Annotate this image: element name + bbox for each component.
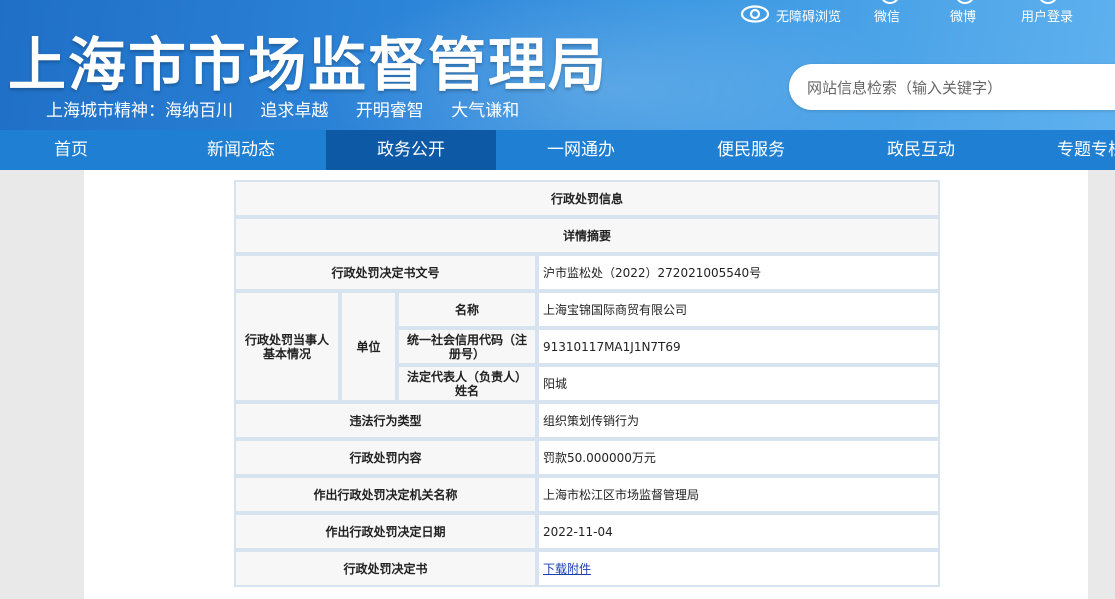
search-box xyxy=(789,64,1115,112)
penalty-content-label: 行政处罚内容 xyxy=(234,439,537,476)
unit-label: 单位 xyxy=(340,291,397,402)
violation-type-label: 违法行为类型 xyxy=(234,402,537,439)
login-link[interactable]: 用户登录 xyxy=(1021,6,1073,25)
party-label: 行政处罚当事人基本情况 xyxy=(234,291,340,402)
decision-no-label: 行政处罚决定书文号 xyxy=(234,254,537,291)
top-links: 无障碍浏览 微信 微博 用户登录 xyxy=(0,0,1115,30)
document-cell: 下载附件 xyxy=(537,550,940,587)
nav-item-services[interactable]: 便民服务 xyxy=(666,130,836,170)
nav-item-interaction[interactable]: 政民互动 xyxy=(836,130,1006,170)
name-value: 上海宝锦国际商贸有限公司 xyxy=(537,291,940,328)
table-subtitle: 详情摘要 xyxy=(234,217,940,254)
nav-item-topics[interactable]: 专题专栏 xyxy=(1006,130,1115,170)
spirit-line-1: 上海城市精神：海纳百川 xyxy=(46,101,233,121)
city-spirit: 上海城市精神：海纳百川 追求卓越 开明睿智 大气谦和 xyxy=(46,96,541,121)
nav-item-one-stop[interactable]: 一网通办 xyxy=(496,130,666,170)
eye-icon[interactable] xyxy=(740,4,770,24)
nav-item-home[interactable]: 首页 xyxy=(0,130,156,170)
search-input[interactable] xyxy=(805,64,1109,112)
table-row: 行政处罚决定书 下载附件 xyxy=(234,550,940,587)
date-label: 作出行政处罚决定日期 xyxy=(234,513,537,550)
nav-item-news[interactable]: 新闻动态 xyxy=(156,130,326,170)
content-panel: 行政处罚信息 详情摘要 行政处罚决定书文号 沪市监松处（2022）2720210… xyxy=(84,170,1088,599)
main-nav: 首页 新闻动态 政务公开 一网通办 便民服务 政民互动 专题专栏 xyxy=(0,130,1115,170)
credit-code-label: 统一社会信用代码（注册号） xyxy=(397,328,537,365)
table-row: 作出行政处罚决定机关名称 上海市松江区市场监督管理局 xyxy=(234,476,940,513)
site-title[interactable]: 上海市市场监督管理局 xyxy=(8,18,608,102)
nav-item-government-affairs[interactable]: 政务公开 xyxy=(326,130,496,170)
violation-type-value: 组织策划传销行为 xyxy=(537,402,940,439)
spirit-line-3: 开明睿智 xyxy=(355,101,424,121)
penalty-info-table: 行政处罚信息 详情摘要 行政处罚决定书文号 沪市监松处（2022）2720210… xyxy=(234,180,940,587)
user-icon[interactable] xyxy=(1038,0,1058,4)
table-row: 行政处罚内容 罚款50.000000万元 xyxy=(234,439,940,476)
weibo-link[interactable]: 微博 xyxy=(950,6,976,25)
table-row: 作出行政处罚决定日期 2022-11-04 xyxy=(234,513,940,550)
authority-label: 作出行政处罚决定机关名称 xyxy=(234,476,537,513)
authority-value: 上海市松江区市场监督管理局 xyxy=(537,476,940,513)
download-attachment-link[interactable]: 下载附件 xyxy=(543,562,591,576)
spirit-line-4: 大气谦和 xyxy=(451,101,520,121)
document-label: 行政处罚决定书 xyxy=(234,550,537,587)
penalty-content-value: 罚款50.000000万元 xyxy=(537,439,940,476)
table-row: 违法行为类型 组织策划传销行为 xyxy=(234,402,940,439)
site-header: 上海市市场监督管理局 上海城市精神：海纳百川 追求卓越 开明睿智 大气谦和 无障… xyxy=(0,0,1115,130)
accessibility-link[interactable]: 无障碍浏览 xyxy=(776,6,841,25)
wechat-link[interactable]: 微信 xyxy=(874,6,900,25)
spirit-line-2: 追求卓越 xyxy=(260,101,329,121)
table-row: 行政处罚当事人基本情况 单位 名称 上海宝锦国际商贸有限公司 xyxy=(234,291,940,402)
table-row: 行政处罚决定书文号 沪市监松处（2022）272021005540号 xyxy=(234,254,940,291)
credit-code-value: 91310117MA1J1N7T69 xyxy=(537,328,940,365)
name-label: 名称 xyxy=(397,291,537,328)
legal-rep-label: 法定代表人（负责人）姓名 xyxy=(397,365,537,402)
wechat-icon[interactable] xyxy=(880,0,900,4)
legal-rep-value: 阳城 xyxy=(537,365,940,402)
date-value: 2022-11-04 xyxy=(537,513,940,550)
table-title: 行政处罚信息 xyxy=(234,180,940,217)
decision-no-value: 沪市监松处（2022）272021005540号 xyxy=(537,254,940,291)
weibo-icon[interactable] xyxy=(955,0,975,4)
